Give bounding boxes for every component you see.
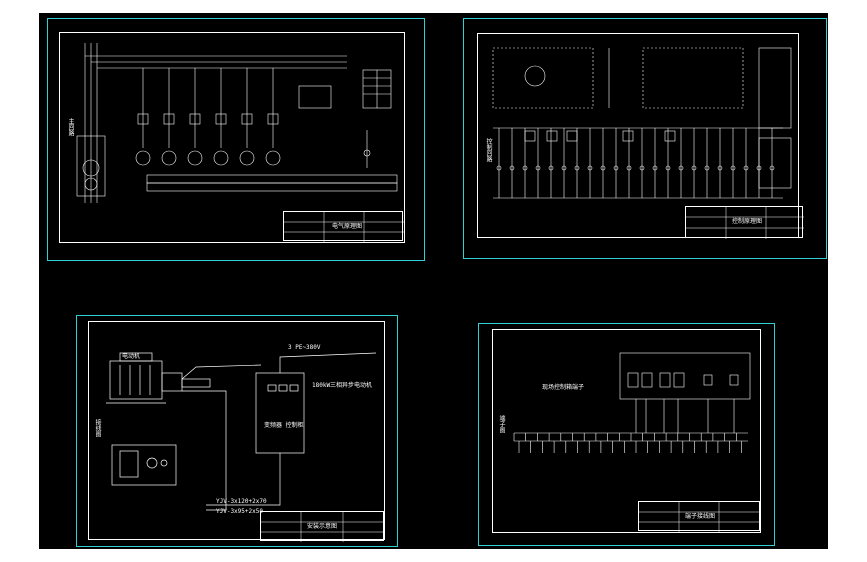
motor-note: 180kW三相异步电动机: [312, 382, 373, 389]
sheet-2-title-text: 控制原理图: [732, 218, 763, 225]
sheet-3-title-block: 安装示意图: [260, 511, 385, 542]
power-supply-label: 3 PE~380V: [288, 344, 321, 351]
sheet-3-side-label: 接线图: [94, 419, 101, 437]
drawing-sheet-1[interactable]: 主回路 电气原理图: [47, 18, 425, 261]
cable-spec-1: YJV-3x120+2x70: [216, 498, 267, 505]
sheet-4-title-block: 端子接线图: [638, 501, 761, 532]
drawing-sheet-2[interactable]: 控制回路 控制原理图: [463, 18, 827, 259]
sheet-4-title-text: 端子接线图: [685, 513, 716, 520]
sheet-1-title-text: 电气原理图: [332, 223, 363, 230]
sheet-3-title-text: 安装示意图: [307, 523, 338, 530]
cad-model-space[interactable]: 主回路 电气原理图 控制回路 控制原理图 电动机 3 PE~380V 变频器 控…: [39, 13, 828, 549]
terminal-heading: 现场控制箱端子: [542, 384, 585, 391]
cable-spec-2: YJV-3x95+2x50: [216, 508, 263, 515]
drawing-sheet-3[interactable]: 电动机 3 PE~380V 变频器 控制柜 180kW三相异步电动机 YJV-3…: [76, 315, 398, 547]
sheet-2-side-label: 控制回路: [485, 138, 492, 162]
drawing-sheet-4[interactable]: 现场控制箱端子 端子图 端子接线图: [478, 323, 775, 546]
vfd-cabinet-label: 变频器 控制柜: [264, 422, 304, 429]
sheet-2-title-block: 控制原理图: [685, 206, 804, 239]
motor-label: 电动机: [122, 353, 141, 360]
sheet-1-side-label: 主回路: [67, 118, 74, 136]
sheet-4-side-label: 端子图: [498, 415, 505, 433]
sheet-1-title-block: 电气原理图: [283, 211, 404, 242]
